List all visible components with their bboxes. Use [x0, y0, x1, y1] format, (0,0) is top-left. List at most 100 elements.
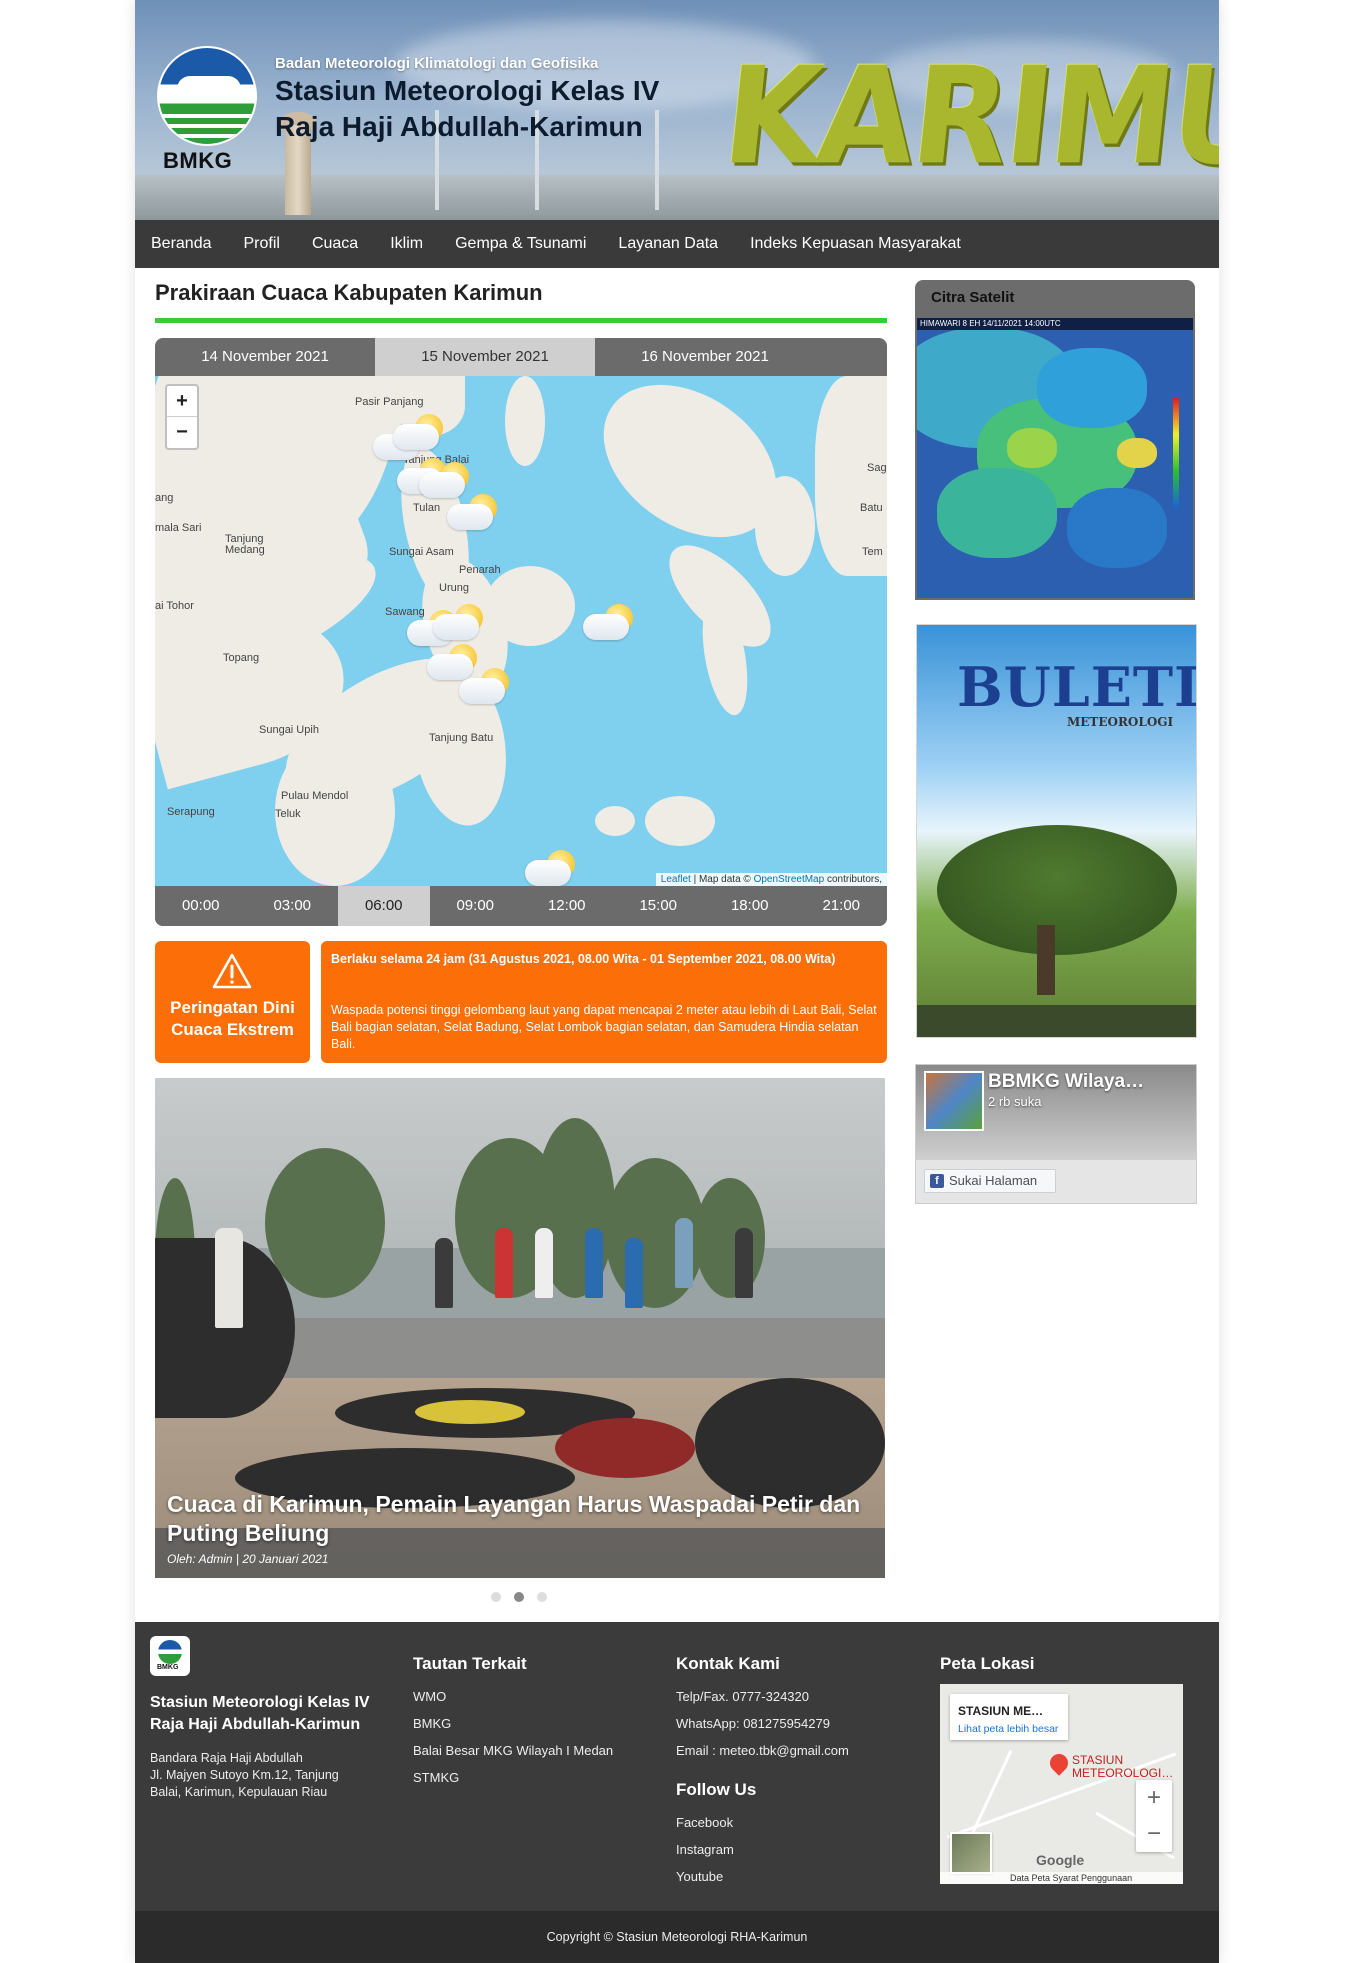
slider-dot-1[interactable]: [491, 1592, 501, 1602]
tab-time-1500[interactable]: 15:00: [613, 886, 705, 926]
tab-time-0600[interactable]: 06:00: [338, 886, 430, 926]
map-pin-icon[interactable]: [1046, 1750, 1072, 1776]
slider-dot-3[interactable]: [537, 1592, 547, 1602]
zoom-in-button[interactable]: +: [167, 386, 197, 416]
bulletin-banner[interactable]: BULETIN METEOROLOGI: [916, 624, 1197, 1038]
extreme-weather-alert-badge[interactable]: Peringatan Dini Cuaca Ekstrem: [155, 941, 310, 1063]
footer-link-balai-besar[interactable]: Balai Besar MKG Wilayah I Medan: [413, 1743, 613, 1758]
map-label: Sungai Upih: [259, 724, 319, 736]
tab-time-1200[interactable]: 12:00: [521, 886, 613, 926]
footer-station-line2: Raja Haji Abdullah-Karimun: [150, 1716, 361, 1733]
partly-cloudy-icon[interactable]: [445, 492, 501, 532]
news-photo-kite: [695, 1378, 885, 1508]
map-pin-label: STASIUN METEOROLOGI…: [1072, 1753, 1174, 1780]
nav-item-beranda[interactable]: Beranda: [135, 220, 228, 268]
zoom-out-button[interactable]: −: [167, 416, 197, 447]
facebook-page-widget: BBMKG Wilaya… 2 rb suka f Sukai Halaman: [915, 1064, 1197, 1204]
slider-dots: [491, 1592, 571, 1604]
facebook-icon: f: [930, 1174, 944, 1188]
main-nav: Beranda Profil Cuaca Iklim Gempa & Tsuna…: [135, 220, 1219, 268]
map-label: Batu: [860, 502, 883, 514]
map-land: [485, 566, 575, 646]
map-label: Tem: [862, 546, 883, 558]
facebook-page-name[interactable]: BBMKG Wilaya…: [988, 1071, 1144, 1093]
bmkg-logo[interactable]: BMKG: [153, 42, 257, 182]
map-label: Sag: [867, 462, 887, 474]
facebook-like-count: 2 rb suka: [988, 1094, 1042, 1109]
map-label: mala Sari: [155, 522, 202, 534]
tab-day-2[interactable]: 15 November 2021: [375, 338, 595, 376]
satellite-caption: HIMAWARI 8 EH 14/11/2021 14:00UTC: [917, 318, 1193, 330]
news-photo-person: [535, 1228, 553, 1298]
news-slide[interactable]: Cuaca di Karimun, Pemain Layangan Harus …: [155, 1078, 885, 1578]
satellite-image[interactable]: HIMAWARI 8 EH 14/11/2021 14:00UTC: [917, 318, 1193, 598]
map-label: Tulan: [413, 502, 441, 514]
location-map[interactable]: STASIUN ME… Lihat peta lebih besar STASI…: [940, 1684, 1183, 1884]
osm-link[interactable]: OpenStreetMap: [754, 874, 825, 885]
logo-stripe: [159, 124, 255, 128]
map-label: Tanjung Medang: [225, 533, 265, 556]
map-terms-bar: Data Peta Syarat Penggunaan: [940, 1872, 1183, 1884]
map-view-larger-link[interactable]: Lihat peta lebih besar: [958, 1723, 1058, 1735]
weather-map[interactable]: Pasir Panjang Tanjung Balai Tulan Sungai…: [155, 376, 887, 886]
map-label: Pulau Mendol: [281, 790, 349, 802]
map-land: [755, 476, 815, 576]
footer: BMKG Stasiun Meteorologi Kelas IV Raja H…: [135, 1622, 1219, 1911]
footer-link-wmo[interactable]: WMO: [413, 1689, 446, 1704]
facebook-like-button[interactable]: f Sukai Halaman: [924, 1169, 1056, 1193]
footer-link-youtube[interactable]: Youtube: [676, 1869, 723, 1884]
news-photo-person: [625, 1238, 643, 1308]
partly-cloudy-icon[interactable]: [391, 412, 447, 452]
footer-station-line1: Stasiun Meteorologi Kelas IV: [150, 1694, 370, 1711]
leaflet-link[interactable]: Leaflet: [661, 874, 691, 885]
footer-link-facebook[interactable]: Facebook: [676, 1815, 733, 1830]
footer-address: Bandara Raja Haji Abdullah Jl. Majyen Su…: [150, 1750, 370, 1801]
partly-cloudy-icon[interactable]: [431, 602, 487, 642]
news-photo-person: [735, 1228, 753, 1298]
nav-item-cuaca[interactable]: Cuaca: [296, 220, 374, 268]
bulletin-footer-strip: [917, 1005, 1196, 1037]
nav-item-gempa-tsunami[interactable]: Gempa & Tsunami: [439, 220, 602, 268]
footer-link-instagram[interactable]: Instagram: [676, 1842, 734, 1857]
map-satellite-toggle[interactable]: [950, 1832, 992, 1874]
facebook-page-avatar[interactable]: [924, 1071, 984, 1131]
map-terms-text[interactable]: Data Peta Syarat Penggunaan: [940, 1873, 1132, 1883]
news-photo-person: [435, 1238, 453, 1308]
tab-time-0000[interactable]: 00:00: [155, 886, 247, 926]
warning-icon: [212, 953, 252, 989]
footer-links-title: Tautan Terkait: [413, 1654, 527, 1673]
tab-time-0900[interactable]: 09:00: [430, 886, 522, 926]
news-photo-kite: [555, 1418, 695, 1478]
nav-item-layanan-data[interactable]: Layanan Data: [602, 220, 734, 268]
news-title[interactable]: Cuaca di Karimun, Pemain Layangan Harus …: [167, 1490, 867, 1548]
nav-item-profil[interactable]: Profil: [228, 220, 296, 268]
map-zoom-in-button[interactable]: +: [1136, 1780, 1172, 1816]
slider-dot-2[interactable]: [514, 1592, 524, 1602]
map-zoom-control: + −: [1136, 1780, 1172, 1852]
footer-logo[interactable]: BMKG: [150, 1636, 190, 1676]
tab-day-3[interactable]: 16 November 2021: [595, 338, 815, 376]
logo-stripe: [159, 134, 255, 138]
map-land: [645, 796, 715, 846]
tab-time-0300[interactable]: 03:00: [247, 886, 339, 926]
map-label: Topang: [223, 652, 260, 664]
bulletin-subtitle: METEOROLOGI: [1067, 715, 1174, 729]
tab-time-1800[interactable]: 18:00: [704, 886, 796, 926]
tab-time-2100[interactable]: 21:00: [796, 886, 888, 926]
footer-link-bmkg[interactable]: BMKG: [413, 1716, 451, 1731]
alert-body: Waspada potensi tinggi gelombang laut ya…: [331, 1003, 877, 1051]
header-banner: KARIMUN BMKG Badan Meteorologi Klimatolo…: [135, 0, 1219, 220]
nav-item-iklim[interactable]: Iklim: [374, 220, 439, 268]
partly-cloudy-icon[interactable]: [581, 602, 637, 642]
bmkg-logo-emblem: [157, 46, 257, 146]
satellite-title: Citra Satelit: [931, 289, 1015, 306]
map-label: Urung: [439, 582, 469, 594]
nav-item-indeks-kepuasan[interactable]: Indeks Kepuasan Masyarakat: [734, 220, 977, 268]
map-label: Sungai Asam: [389, 546, 454, 558]
partly-cloudy-icon[interactable]: [523, 848, 579, 886]
map-zoom-out-button[interactable]: −: [1136, 1816, 1172, 1852]
map-land: [595, 806, 635, 836]
tab-day-1[interactable]: 14 November 2021: [155, 338, 375, 376]
partly-cloudy-icon[interactable]: [457, 666, 513, 706]
footer-link-stmkg[interactable]: STMKG: [413, 1770, 459, 1785]
